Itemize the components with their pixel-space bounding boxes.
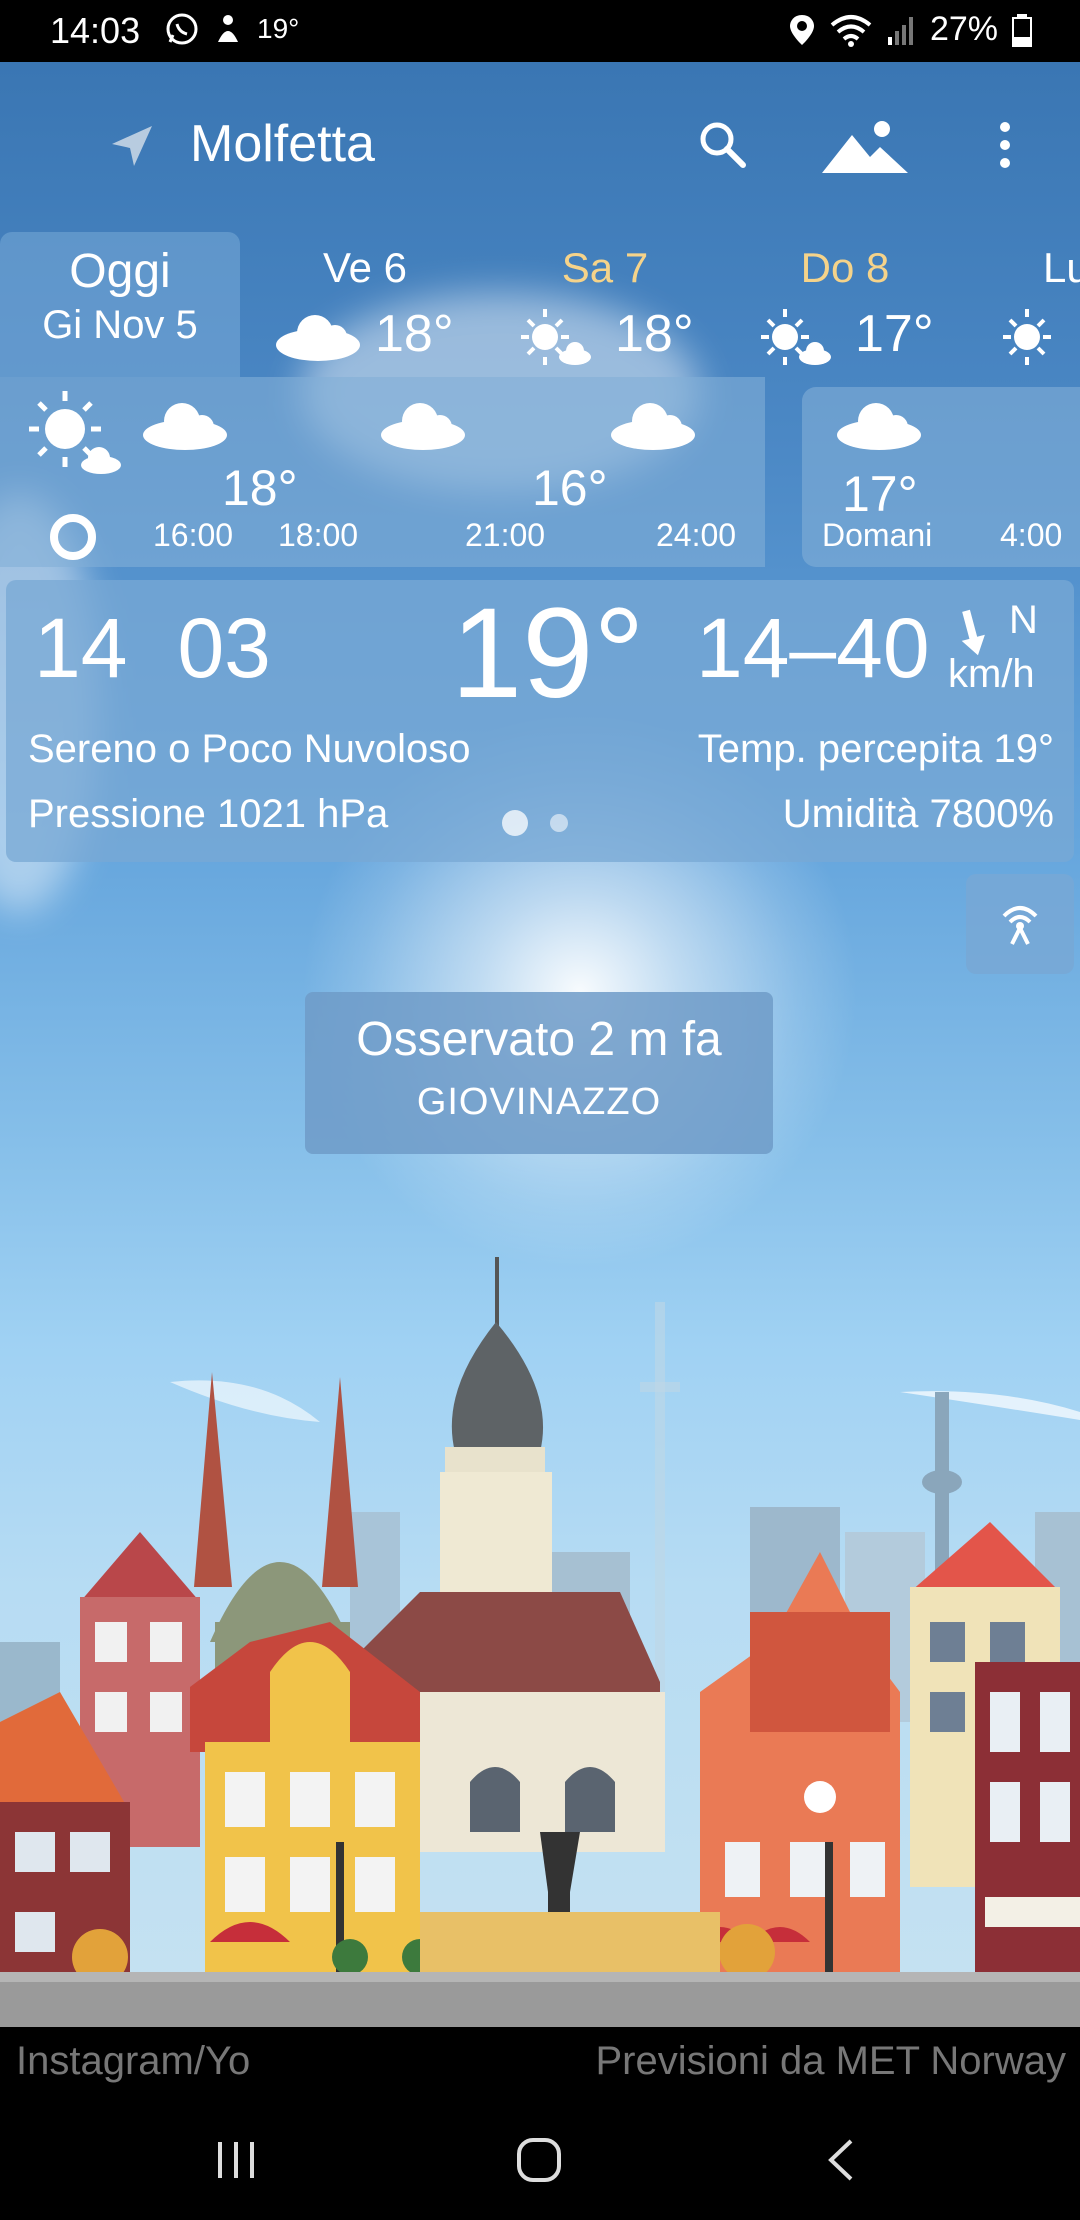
sun-cloud-icon xyxy=(761,309,831,365)
location-icon xyxy=(789,14,814,45)
battery-icon xyxy=(1012,13,1032,47)
city-name[interactable]: Molfetta xyxy=(190,114,375,174)
observation-station: GIOVINAZZO xyxy=(416,1081,662,1123)
signal-icon xyxy=(887,16,913,45)
sun-cloud-icon xyxy=(521,309,591,365)
hourly-forecast-tomorrow[interactable]: 17° Domani 4:00 xyxy=(802,387,1080,567)
weather-station-button[interactable] xyxy=(966,874,1074,974)
day-name: Do 8 xyxy=(800,244,890,291)
hourly-temp: 16° xyxy=(532,460,608,516)
current-conditions-card[interactable]: 14 03 19° 14–40 N km/h Sereno o Poco Nuvo… xyxy=(6,580,1074,862)
current-time-hours: 14 xyxy=(34,601,128,695)
credit-author[interactable]: Instagram/Yo xyxy=(16,2039,250,2084)
recents-icon[interactable] xyxy=(214,2140,258,2180)
day-item[interactable]: Lu xyxy=(965,232,1080,377)
cloud-icon xyxy=(143,403,227,450)
day-temp: 18° xyxy=(375,305,454,363)
sun-icon xyxy=(1003,309,1051,365)
antenna-icon xyxy=(1002,906,1038,945)
wind-unit: km/h xyxy=(948,652,1035,696)
weather-description: Sereno o Poco Nuvoloso xyxy=(28,727,471,771)
location-arrow-icon[interactable] xyxy=(108,122,156,170)
current-temp: 19° xyxy=(451,582,645,725)
current-time-minutes: 03 xyxy=(177,601,271,695)
day-name: Sa 7 xyxy=(561,244,649,291)
back-icon[interactable] xyxy=(825,2137,855,2183)
day-name: Lu xyxy=(1043,244,1080,291)
landscape-icon[interactable] xyxy=(820,117,910,177)
current-time-marker-icon xyxy=(50,514,96,560)
hourly-forecast-today[interactable]: 18° 16° 16:00 18:00 21:00 24:00 xyxy=(0,377,765,567)
hourly-temp: 18° xyxy=(222,460,298,516)
day-today[interactable]: Oggi Gi Nov 5 xyxy=(0,232,240,377)
day-item[interactable]: Sa 7 18° xyxy=(485,232,725,377)
navigation-bar xyxy=(0,2097,1080,2220)
sun-cloud-icon xyxy=(29,391,121,474)
day-temp: 17° xyxy=(855,305,934,363)
weather-scene: Molfetta Oggi Gi Nov 5 Ve 6 18° Sa 7 18°… xyxy=(0,62,1080,2027)
app-bar: Molfetta xyxy=(0,62,1080,227)
day-item[interactable]: Do 8 17° xyxy=(725,232,965,377)
whatsapp-icon xyxy=(166,13,198,45)
day-name: Ve 6 xyxy=(322,244,408,291)
cloud-icon xyxy=(381,403,465,450)
credit-forecast-source[interactable]: Previsioni da MET Norway xyxy=(595,2039,1066,2084)
wind-speed: 14–40 xyxy=(696,601,930,695)
page-indicator xyxy=(502,810,568,836)
search-icon[interactable] xyxy=(695,117,751,173)
wifi-icon xyxy=(830,14,872,47)
hourly-time: 21:00 xyxy=(465,517,546,553)
cloud-icon xyxy=(276,315,360,361)
humidity: Umidità 7800% xyxy=(782,792,1054,836)
feels-like: Temp. percepita 19° xyxy=(697,727,1054,771)
wind-direction-arrow-icon xyxy=(961,609,985,656)
day-forecast-strip: Oggi Gi Nov 5 Ve 6 18° Sa 7 18° Do 8 17°… xyxy=(0,232,1080,377)
hourly-time: Domani xyxy=(822,517,933,553)
today-date: Gi Nov 5 xyxy=(42,303,198,347)
home-icon[interactable] xyxy=(516,2137,562,2183)
today-label: Oggi xyxy=(69,245,171,298)
page-dot xyxy=(550,814,568,832)
hourly-time: 24:00 xyxy=(656,517,737,553)
hourly-time: 4:00 xyxy=(1000,517,1063,553)
observed-time: Osservato 2 m fa xyxy=(356,1013,722,1066)
pressure: Pressione 1021 hPa xyxy=(28,792,389,836)
more-icon[interactable] xyxy=(990,117,1020,177)
hourly-time: 18:00 xyxy=(278,517,359,553)
battery-percent: 27% xyxy=(929,10,998,48)
day-temp: 18° xyxy=(615,305,694,363)
wind-direction: N xyxy=(1009,598,1038,642)
observation-info[interactable]: Osservato 2 m fa GIOVINAZZO xyxy=(305,992,773,1154)
hourly-temp: 17° xyxy=(842,466,918,522)
current-time: 14 03 xyxy=(34,600,271,697)
hourly-time: 16:00 xyxy=(153,517,234,553)
page-dot-active xyxy=(502,810,528,836)
status-temp: 19° xyxy=(257,13,300,44)
day-item[interactable]: Ve 6 18° xyxy=(245,232,485,377)
status-bar: 14:03 19° 27% xyxy=(0,0,1080,62)
credits-bar: Instagram/Yo Previsioni da MET Norway xyxy=(0,2027,1080,2097)
cloud-icon xyxy=(611,403,695,450)
status-time: 14:03 xyxy=(50,10,141,51)
notification-icon xyxy=(218,15,238,42)
cloud-icon xyxy=(837,403,921,450)
town-illustration xyxy=(0,1257,1080,2027)
